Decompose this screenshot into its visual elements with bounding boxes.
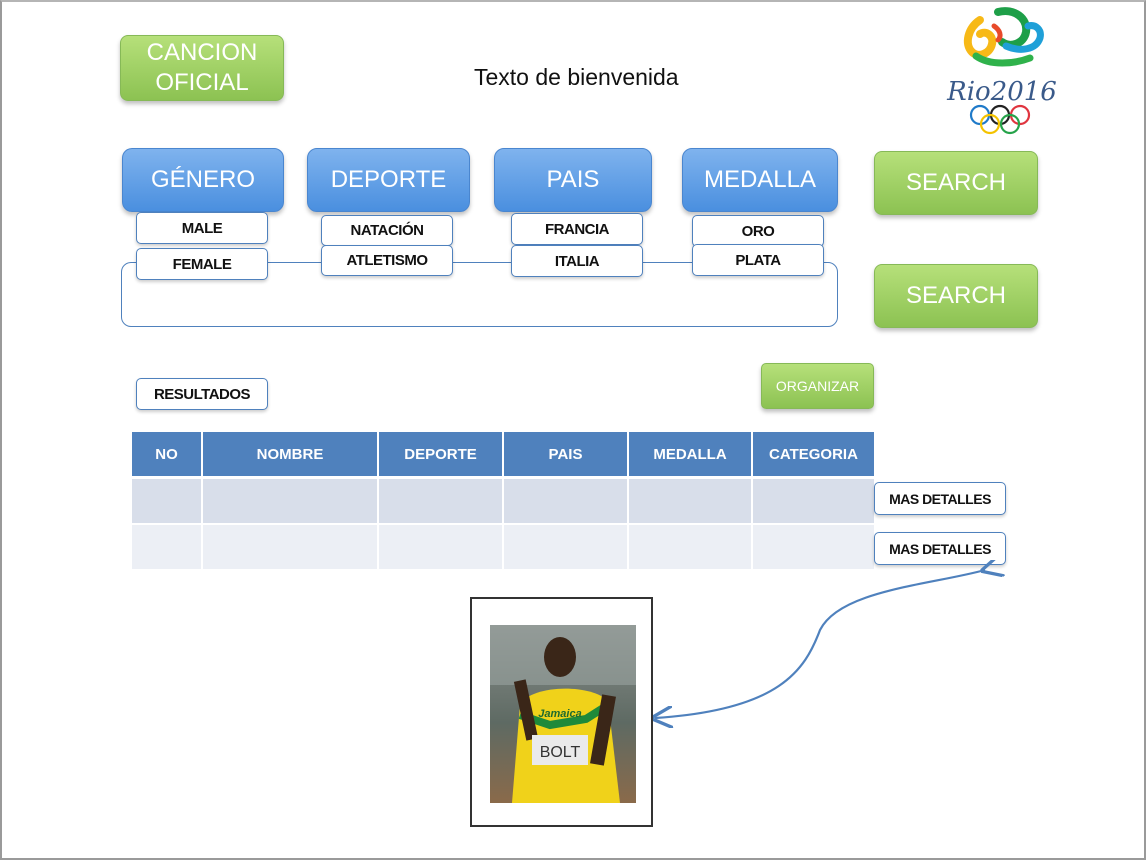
bib-text: BOLT	[540, 744, 581, 761]
search-button-2[interactable]: SEARCH	[874, 264, 1038, 328]
column-header-deporte[interactable]: DEPORTE	[378, 432, 504, 479]
filter-genero-label: GÉNERO	[150, 166, 255, 193]
rio2016-logo: Rio2016	[910, 0, 1100, 140]
option-italia[interactable]: ITALIA	[511, 245, 643, 277]
filter-genero-button[interactable]: GÉNERO	[122, 148, 284, 212]
table-cell	[503, 477, 629, 525]
olympic-rings-icon	[969, 104, 1031, 135]
option-male[interactable]: MALE	[136, 212, 268, 244]
table-cell	[378, 524, 504, 571]
table-cell	[628, 477, 753, 525]
athlete-photo[interactable]: Jamaica BOLT	[490, 625, 636, 803]
table-cell	[202, 477, 379, 525]
search-button-1-label: SEARCH	[905, 169, 1007, 196]
song-button[interactable]: CANCION OFICIAL	[120, 35, 284, 101]
column-header-nombre[interactable]: NOMBRE	[202, 432, 379, 479]
more-details-button-1[interactable]: MAS DETALLES	[874, 482, 1006, 515]
rio-emblem-icon	[963, 7, 1044, 67]
column-header-categoria[interactable]: CATEGORIA	[752, 432, 874, 479]
athlete-photo-frame: Jamaica BOLT	[470, 597, 653, 827]
results-table: NO NOMBRE DEPORTE PAIS MEDALLA CATEGORIA	[132, 432, 874, 571]
table-cell	[202, 524, 379, 571]
column-header-pais[interactable]: PAIS	[503, 432, 629, 479]
table-cell	[132, 524, 203, 571]
song-button-label: CANCION OFICIAL	[146, 39, 258, 96]
option-oro[interactable]: ORO	[692, 215, 824, 247]
filter-medalla-label: MEDALLA	[703, 166, 817, 193]
search-button-1[interactable]: SEARCH	[874, 151, 1038, 215]
option-francia[interactable]: FRANCIA	[511, 213, 643, 245]
table-cell	[503, 524, 629, 571]
option-natacion[interactable]: NATACIÓN	[321, 215, 453, 246]
filter-deporte-label: DEPORTE	[330, 166, 447, 193]
option-plata[interactable]: PLATA	[692, 244, 824, 276]
filter-medalla-button[interactable]: MEDALLA	[682, 148, 838, 212]
shirt-text: Jamaica	[538, 708, 581, 720]
column-header-no[interactable]: NO	[132, 432, 203, 479]
table-cell	[752, 477, 874, 525]
column-header-medalla[interactable]: MEDALLA	[628, 432, 753, 479]
organize-button[interactable]: ORGANIZAR	[761, 363, 874, 409]
table-cell	[132, 477, 203, 525]
search-button-2-label: SEARCH	[905, 282, 1007, 309]
connector-arrow	[640, 560, 1010, 730]
table-header-row: NO NOMBRE DEPORTE PAIS MEDALLA CATEGORIA	[132, 432, 874, 479]
results-label: RESULTADOS	[136, 378, 268, 410]
filter-pais-button[interactable]: PAIS	[494, 148, 652, 212]
organize-button-label: ORGANIZAR	[775, 378, 860, 394]
option-atletismo[interactable]: ATLETISMO	[321, 245, 453, 276]
table-row[interactable]	[132, 477, 874, 525]
welcome-text: Texto de bienvenida	[474, 64, 679, 90]
rio-logo-text: Rio2016	[946, 77, 1057, 107]
filter-deporte-button[interactable]: DEPORTE	[307, 148, 470, 212]
table-cell	[378, 477, 504, 525]
filter-pais-label: PAIS	[546, 166, 600, 193]
option-female[interactable]: FEMALE	[136, 248, 268, 280]
